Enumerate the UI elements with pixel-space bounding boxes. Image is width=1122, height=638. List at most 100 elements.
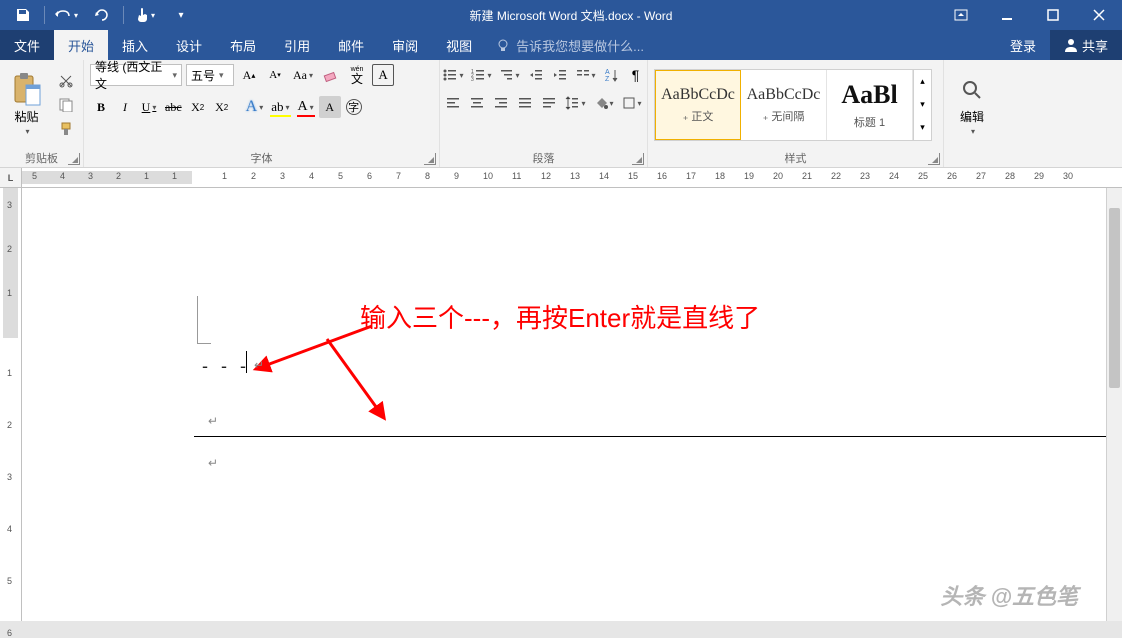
tab-design[interactable]: 设计: [162, 30, 216, 60]
paragraph-mark-icon: ↵: [254, 358, 264, 372]
svg-text:A: A: [605, 69, 610, 76]
group-paragraph: ▾ 123▾ ▾ ▾ AZ ¶ ▾ ▾ ▾ 段落: [440, 60, 648, 167]
tab-mail[interactable]: 邮件: [324, 30, 378, 60]
align-distributed-button[interactable]: [538, 92, 560, 114]
change-case-button[interactable]: Aa▾: [290, 64, 316, 86]
strikethrough-button[interactable]: abc: [162, 96, 185, 118]
vertical-scrollbar[interactable]: [1106, 188, 1122, 621]
subscript-button[interactable]: X2: [187, 96, 209, 118]
find-button[interactable]: [956, 74, 988, 106]
close-button[interactable]: [1076, 0, 1122, 30]
enclose-characters-button[interactable]: 字: [343, 96, 365, 118]
svg-text:Z: Z: [605, 76, 610, 82]
ribbon-tabs: 文件 开始 插入 设计 布局 引用 邮件 审阅 视图 告诉我您想要做什么... …: [0, 30, 1122, 60]
increase-indent-button[interactable]: [549, 64, 571, 86]
brush-icon: [59, 122, 73, 136]
touch-mode-button[interactable]: ▾: [128, 1, 162, 29]
save-button[interactable]: [6, 1, 40, 29]
minimize-button[interactable]: [984, 0, 1030, 30]
character-shading-button[interactable]: A: [319, 96, 341, 118]
annotation-text: 输入三个---，再按Enter就是直线了: [360, 298, 760, 335]
vertical-ruler[interactable]: 321123456: [0, 188, 22, 621]
maximize-button[interactable]: [1030, 0, 1076, 30]
style-no-spacing[interactable]: AaBbCcDc ₊ 无间隔: [741, 70, 827, 140]
redo-button[interactable]: [85, 1, 119, 29]
window-controls: [938, 0, 1122, 30]
gallery-expand[interactable]: ▾: [914, 116, 931, 139]
multilevel-list-button[interactable]: ▾: [497, 64, 523, 86]
styles-gallery-more: ▴ ▾ ▾: [913, 70, 931, 140]
tab-insert[interactable]: 插入: [108, 30, 162, 60]
tell-me-search[interactable]: 告诉我您想要做什么...: [486, 30, 654, 60]
grow-font-button[interactable]: A▴: [238, 64, 260, 86]
italic-button[interactable]: I: [114, 96, 136, 118]
tab-file[interactable]: 文件: [0, 30, 54, 60]
format-painter-button[interactable]: [55, 119, 77, 139]
sign-in-button[interactable]: 登录: [996, 30, 1050, 60]
underline-button[interactable]: U▾: [138, 96, 160, 118]
shrink-font-button[interactable]: A▾: [264, 64, 286, 86]
window-title: 新建 Microsoft Word 文档.docx - Word: [204, 7, 938, 24]
tab-home[interactable]: 开始: [54, 30, 108, 60]
paragraph-mark-icon: ↵: [208, 456, 218, 470]
phonetic-guide-button[interactable]: wén文: [346, 64, 368, 86]
group-editing: 编辑 ▾: [944, 60, 1000, 167]
qat-customize-button[interactable]: ▾: [164, 1, 198, 29]
clear-formatting-button[interactable]: [320, 64, 342, 86]
tab-layout[interactable]: 布局: [216, 30, 270, 60]
asian-layout-button[interactable]: ▾: [573, 64, 599, 86]
font-color-button[interactable]: A▾: [295, 96, 317, 118]
group-label-clipboard: 剪贴板: [25, 150, 58, 166]
tab-references[interactable]: 引用: [270, 30, 324, 60]
bold-button[interactable]: B: [90, 96, 112, 118]
font-launcher[interactable]: [424, 153, 436, 165]
clipboard-launcher[interactable]: [68, 153, 80, 165]
paragraph-launcher[interactable]: [632, 153, 644, 165]
gallery-scroll-down[interactable]: ▾: [914, 93, 931, 116]
title-bar: ▾ ▾ ▾ 新建 Microsoft Word 文档.docx - Word: [0, 0, 1122, 30]
shading-button[interactable]: ▾: [591, 92, 617, 114]
style-heading-1[interactable]: AaBl 标题 1: [827, 70, 913, 140]
tab-view[interactable]: 视图: [432, 30, 486, 60]
highlight-button[interactable]: ab▾: [268, 96, 292, 118]
bullets-button[interactable]: ▾: [440, 64, 466, 86]
align-left-button[interactable]: [442, 92, 464, 114]
show-marks-button[interactable]: ¶: [625, 64, 647, 86]
group-font: 等线 (西文正文▾ 五号▾ A▴ A▾ Aa▾ wén文 A B I U▾ ab…: [84, 60, 440, 167]
editing-label: 编辑: [960, 108, 984, 125]
paste-button[interactable]: [11, 74, 43, 106]
superscript-button[interactable]: X2: [211, 96, 233, 118]
align-center-button[interactable]: [466, 92, 488, 114]
align-right-button[interactable]: [490, 92, 512, 114]
svg-text:3: 3: [471, 77, 474, 81]
horizontal-line: [194, 436, 1106, 437]
character-border-button[interactable]: A: [372, 64, 394, 86]
document-area: 321123456 输入三个---，再按Enter就是直线了 - - - ↵ ↵…: [0, 188, 1106, 621]
document-page[interactable]: 输入三个---，再按Enter就是直线了 - - - ↵ ↵ ↵ 头条 @五色笔: [22, 188, 1106, 621]
gallery-scroll-up[interactable]: ▴: [914, 70, 931, 93]
sort-button[interactable]: AZ: [601, 64, 623, 86]
font-size-combo[interactable]: 五号▾: [186, 64, 234, 86]
eraser-icon: [323, 67, 339, 83]
bucket-icon: [594, 96, 608, 110]
numbering-button[interactable]: 123▾: [468, 64, 494, 86]
group-label-paragraph: 段落: [533, 150, 555, 166]
tab-review[interactable]: 审阅: [378, 30, 432, 60]
copy-button[interactable]: [55, 95, 77, 115]
text-effects-button[interactable]: A▾: [243, 96, 267, 118]
scrollbar-thumb[interactable]: [1109, 208, 1120, 388]
font-name-combo[interactable]: 等线 (西文正文▾: [90, 64, 182, 86]
horizontal-ruler[interactable]: L 54321112345678910111213141516171819202…: [0, 168, 1122, 188]
share-button[interactable]: 共享: [1050, 30, 1122, 60]
undo-button[interactable]: ▾: [49, 1, 83, 29]
borders-button[interactable]: ▾: [619, 92, 645, 114]
style-normal[interactable]: AaBbCcDc ₊ 正文: [655, 70, 741, 140]
cut-button[interactable]: [55, 71, 77, 91]
tab-selector[interactable]: L: [0, 168, 22, 188]
align-justify-button[interactable]: [514, 92, 536, 114]
ribbon-display-options-button[interactable]: [938, 0, 984, 30]
styles-launcher[interactable]: [928, 153, 940, 165]
line-spacing-button[interactable]: ▾: [562, 92, 588, 114]
decrease-indent-button[interactable]: [525, 64, 547, 86]
search-icon: [961, 79, 983, 101]
